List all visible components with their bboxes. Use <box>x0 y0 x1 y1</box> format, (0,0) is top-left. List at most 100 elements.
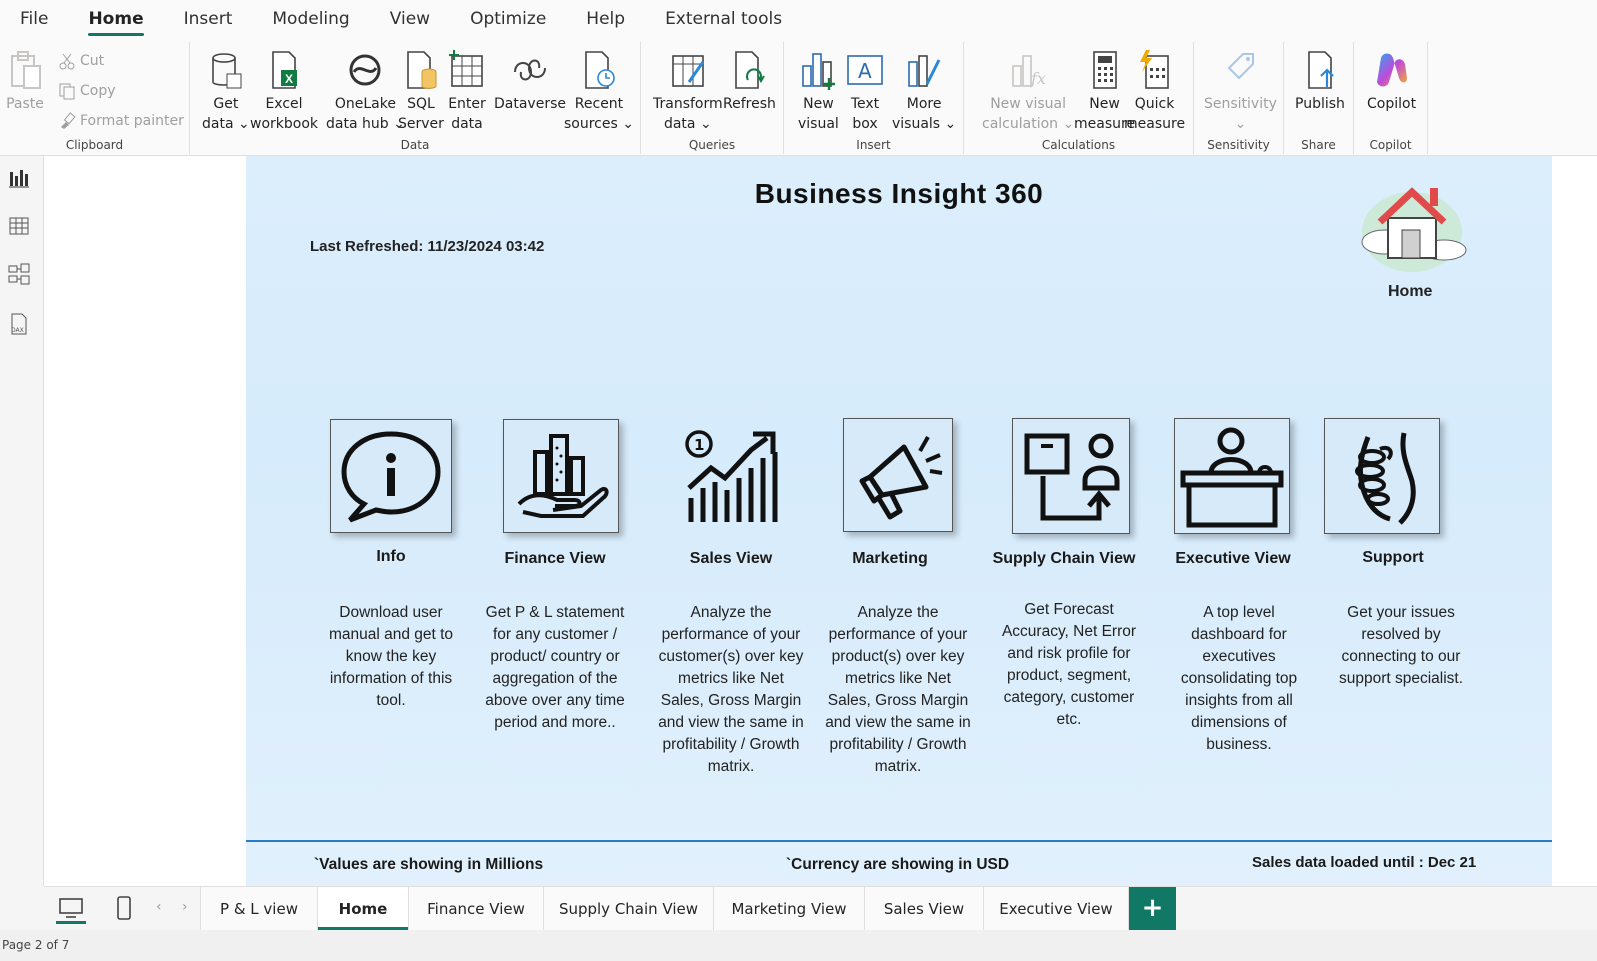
paste-icon <box>11 51 41 89</box>
supply-chain-view-card-title: Supply Chain View <box>992 550 1136 567</box>
onelake-icon <box>349 54 381 86</box>
supply-chain-box-person-icon <box>1024 433 1120 521</box>
menu-external-tools[interactable]: External tools <box>645 0 802 38</box>
desktop-layout-icon[interactable] <box>58 897 84 919</box>
copy-label: Copy <box>80 83 116 99</box>
copy-button[interactable]: Copy <box>58 82 116 100</box>
info-card-title: Info <box>376 548 406 565</box>
executive-view-card-title: Executive View <box>1175 550 1291 567</box>
enter-data-label: Enter data <box>448 96 486 132</box>
copilot-label: Copilot <box>1367 96 1417 112</box>
menu-insert[interactable]: Insert <box>164 0 253 38</box>
tab-home[interactable]: Home <box>318 887 409 931</box>
paste-button[interactable]: Paste <box>6 48 44 114</box>
onelake-data-hub-button[interactable]: OneLake data hub ⌄ <box>326 48 405 134</box>
menu-help[interactable]: Help <box>566 0 645 38</box>
sql-server-button[interactable]: SQL Server <box>398 48 444 134</box>
cut-button[interactable]: Cut <box>58 52 104 70</box>
menu-home[interactable]: Home <box>68 0 163 38</box>
sales-view-card-description: Analyze the performance of your customer… <box>658 604 804 775</box>
currency-note: `Currency are showing in USD <box>786 856 1010 873</box>
marketing-card-title: Marketing <box>852 550 928 567</box>
menu-view[interactable]: View <box>370 0 450 38</box>
onelake-data-hub-label: OneLake data hub ⌄ <box>326 96 405 132</box>
publish-icon <box>1308 51 1334 89</box>
text-box-icon: A <box>847 55 883 85</box>
dataverse-icon <box>514 59 546 81</box>
format-painter-label: Format painter <box>80 113 184 129</box>
menu-optimize[interactable]: Optimize <box>450 0 566 38</box>
dataverse-button[interactable]: Dataverse <box>494 48 566 114</box>
get-data-button[interactable]: Get data ⌄ <box>202 48 250 134</box>
finance-view-card-description: Get P & L statement for any customer / p… <box>485 604 625 731</box>
insert-group: New visual A Text box More visuals ⌄ Ins… <box>784 42 964 154</box>
values-unit-note: `Values are showing in Millions <box>314 856 544 873</box>
add-page-button[interactable]: + <box>1129 887 1176 931</box>
marketing-card-description: Analyze the performance of your product(… <box>825 604 971 775</box>
quick-measure-label: Quick measure <box>1124 96 1186 132</box>
new-visual-calculation-button[interactable]: fx New visual calculation ⌄ <box>982 48 1074 134</box>
executive-view-card-button[interactable] <box>1174 418 1290 534</box>
quick-measure-icon <box>1139 50 1169 89</box>
recent-sources-button[interactable]: Recent sources ⌄ <box>564 48 634 134</box>
queries-group-label: Queries <box>688 138 736 152</box>
refresh-label: Refresh <box>723 96 776 112</box>
menu-file[interactable]: File <box>0 0 68 38</box>
home-house-icon[interactable] <box>1354 176 1474 276</box>
publish-button[interactable]: Publish <box>1295 48 1345 114</box>
dax-query-view-icon[interactable]: DAX <box>7 312 31 336</box>
new-visual-button[interactable]: New visual <box>798 48 839 134</box>
copilot-button[interactable]: Copilot <box>1367 48 1416 114</box>
last-refreshed-text: Last Refreshed: 11/23/2024 03:42 <box>310 238 545 255</box>
info-card-description: Download user manual and get to know the… <box>328 604 454 709</box>
refresh-button[interactable]: Refresh <box>723 48 776 114</box>
svg-text:A: A <box>858 59 872 83</box>
tab-finance-view[interactable]: Finance View <box>409 887 544 931</box>
transform-data-icon <box>672 55 705 87</box>
quick-measure-button[interactable]: Quick measure <box>1124 48 1185 134</box>
sales-view-card-button[interactable]: 1 <box>676 419 790 533</box>
table-view-icon[interactable] <box>7 214 31 238</box>
ribbon: Paste Cut Copy Format painter Clipboard … <box>0 38 1597 156</box>
support-card-button[interactable] <box>1324 418 1440 534</box>
sql-server-icon <box>407 51 437 89</box>
excel-workbook-button[interactable]: X Excel workbook <box>250 48 318 134</box>
menu-modeling[interactable]: Modeling <box>252 0 369 38</box>
chevron-left-icon[interactable]: ‹ <box>156 899 162 915</box>
report-view-icon[interactable] <box>7 166 31 190</box>
text-box-label: Text box <box>850 96 880 132</box>
clipboard-group-label: Clipboard <box>65 138 124 152</box>
dataverse-label: Dataverse <box>494 96 566 112</box>
sensitivity-tag-icon <box>1228 53 1255 80</box>
sensitivity-button[interactable]: Sensitivity ⌄ <box>1204 48 1277 134</box>
supply-chain-view-card-button[interactable] <box>1012 418 1130 534</box>
enter-data-button[interactable]: Enter data <box>448 48 486 134</box>
marketing-card-button[interactable] <box>843 418 953 532</box>
tab-p-and-l-view[interactable]: P & L view <box>200 887 318 931</box>
sql-server-label: SQL Server <box>398 96 444 132</box>
text-box-button[interactable]: A Text box <box>846 48 884 134</box>
info-card-button[interactable] <box>330 419 452 533</box>
tab-executive-view[interactable]: Executive View <box>984 887 1129 931</box>
copilot-group-label: Copilot <box>1369 138 1412 152</box>
tab-marketing-view[interactable]: Marketing View <box>714 887 865 931</box>
tab-sales-view[interactable]: Sales View <box>865 887 984 931</box>
svg-text:1: 1 <box>694 436 704 454</box>
table-plus-icon <box>449 50 483 87</box>
svg-text:DAX: DAX <box>11 327 24 334</box>
mobile-layout-icon[interactable] <box>116 895 132 921</box>
support-handshake-icon <box>1355 432 1416 525</box>
tab-supply-chain-view[interactable]: Supply Chain View <box>544 887 714 931</box>
paste-label: Paste <box>6 96 44 112</box>
executive-view-card-description: A top level dashboard for executives con… <box>1180 604 1298 753</box>
new-visual-label: New visual <box>798 96 839 132</box>
format-painter-button[interactable]: Format painter <box>58 112 184 130</box>
transform-data-button[interactable]: Transform data ⌄ <box>653 48 723 134</box>
calculator-icon <box>1092 51 1117 89</box>
model-view-icon[interactable] <box>7 262 31 286</box>
status-bar: Page 2 of 7 <box>0 930 1597 961</box>
more-visuals-button[interactable]: More visuals ⌄ <box>892 48 956 134</box>
finance-view-card-button[interactable] <box>503 419 619 533</box>
chevron-right-icon[interactable]: › <box>182 899 188 915</box>
home-label: Home <box>1388 283 1433 300</box>
